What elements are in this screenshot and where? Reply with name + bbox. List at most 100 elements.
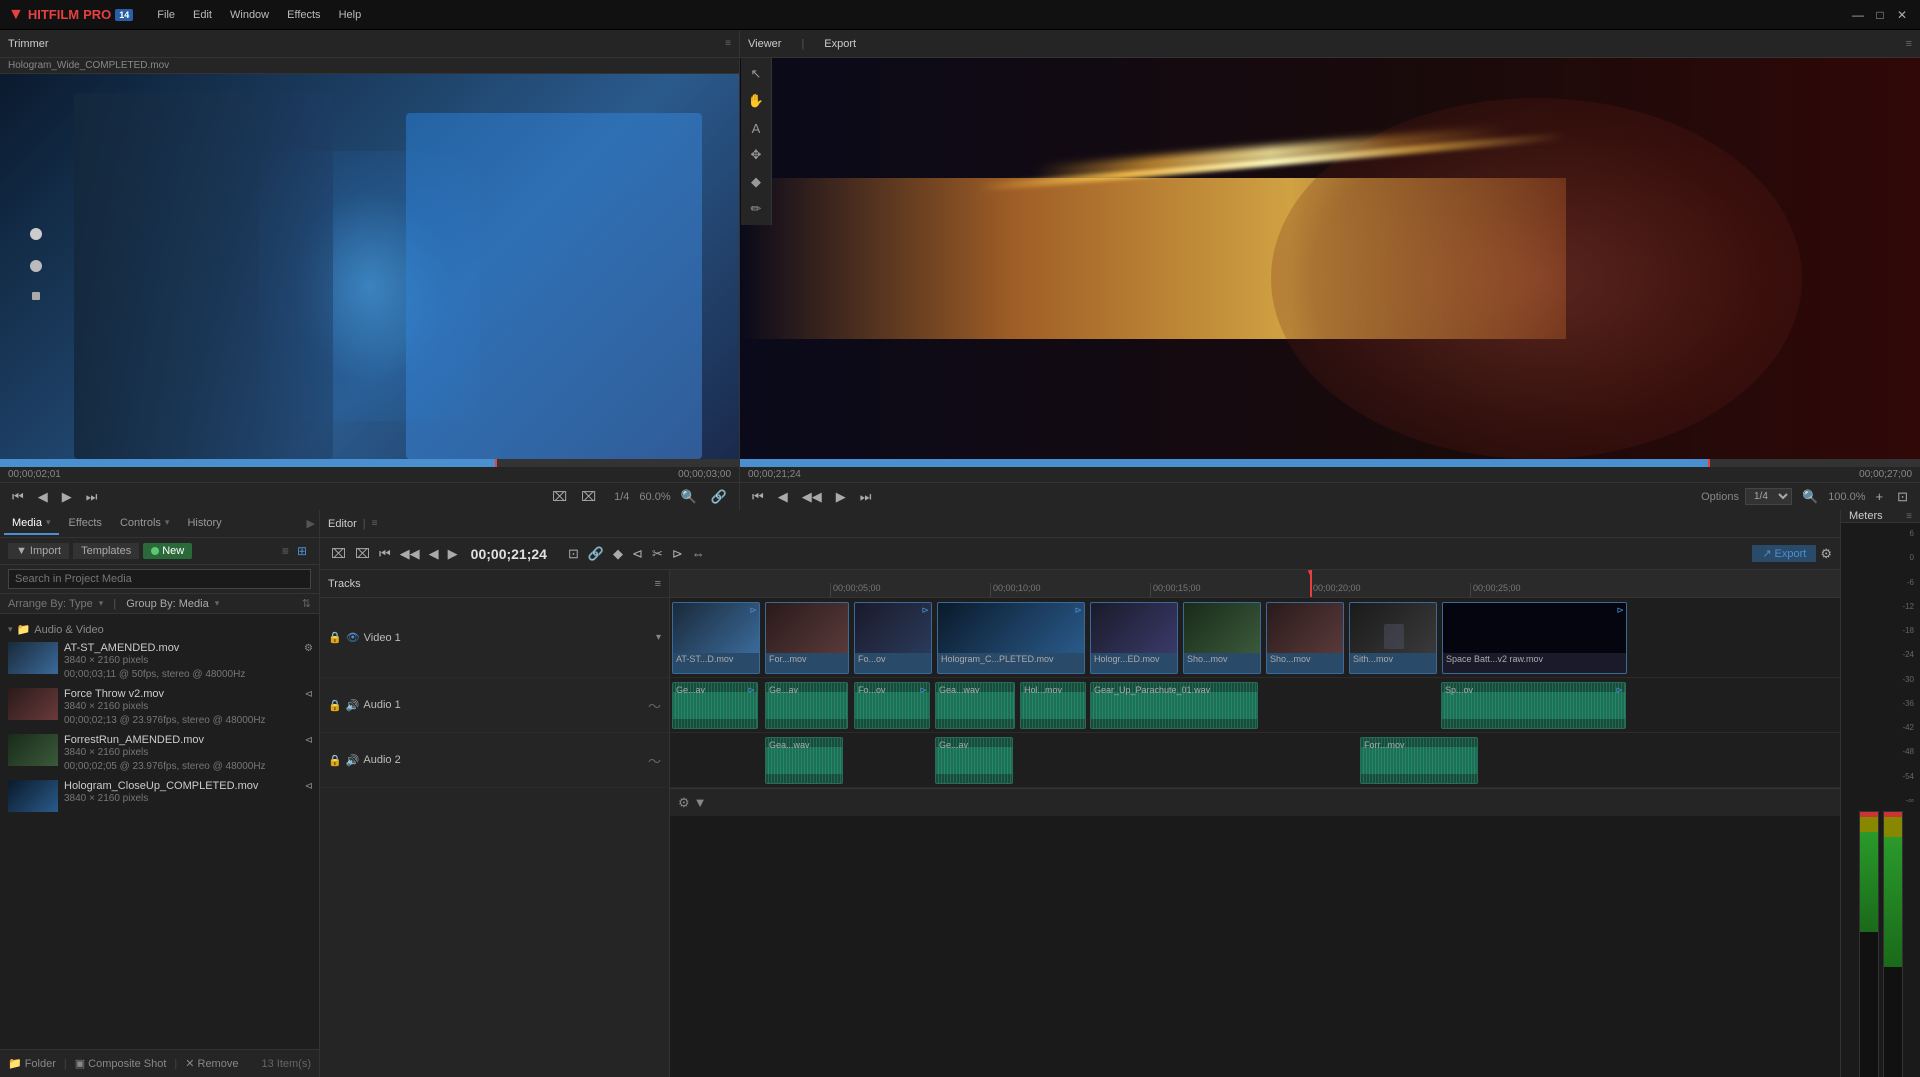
group-arrow[interactable]: ▾ [215,598,220,609]
tab-controls[interactable]: Controls ▾ [112,513,178,535]
trimmer-slider-3[interactable] [32,292,40,300]
menu-help[interactable]: Help [331,5,370,25]
audio-clip-2[interactable]: Fo...ov ⊳ [854,682,930,729]
track-add-icon[interactable]: ⚙ [678,795,690,811]
audio2-clip-2[interactable]: Forr...mov [1360,737,1478,784]
tab-media-arrow[interactable]: ▾ [46,517,51,528]
trimmer-skip-start[interactable]: ⏮ [8,487,28,507]
tl-in-point[interactable]: ⌧ [328,545,349,563]
arrange-sort-icon[interactable]: ⇅ [302,597,311,610]
menu-file[interactable]: File [149,5,183,25]
list-item[interactable]: ForrestRun_AMENDED.mov 3840 × 2160 pixel… [0,731,319,777]
audio-clip-1[interactable]: Ge...av [765,682,848,729]
audio2-clip-1[interactable]: Ge...av [935,737,1013,784]
tool-select[interactable]: ↖ [744,62,768,86]
export-button[interactable]: ↗ Export [1752,545,1816,562]
media-options-icon-0[interactable]: ⚙ [304,643,313,654]
import-button[interactable]: ▼ Import [8,543,69,559]
audio2-mute-icon[interactable]: 🔊 [346,754,360,767]
list-item[interactable]: AT-ST_AMENDED.mov 3840 × 2160 pixels 00;… [0,639,319,685]
tool-hand[interactable]: ✋ [744,89,768,113]
audio2-curve-icon[interactable]: 〜 [648,751,661,770]
audio-clip-0[interactable]: Ge...av ⊳ [672,682,758,729]
audio1-mute-icon[interactable]: 🔊 [346,699,360,712]
close-button[interactable]: ✕ [1892,5,1912,25]
composite-shot-button[interactable]: ▣ Composite Shot [75,1057,167,1070]
media-options-icon-1[interactable]: ⊲ [305,689,313,700]
tracks-settings-icon[interactable]: ≡ [655,578,661,590]
trimmer-timeline[interactable] [0,459,739,467]
viewer-skip-start[interactable]: ⏮ [748,487,768,507]
meters-menu-icon[interactable]: ≡ [1906,511,1912,522]
video-clip-2[interactable]: Fo...ov ⊳ [854,602,932,674]
audio2-lock-icon[interactable]: 🔒 [328,754,342,767]
tab-history[interactable]: History [179,513,229,535]
new-button[interactable]: New [143,543,192,559]
video-clip-7[interactable]: Sith...mov [1349,602,1437,674]
audio1-track-header[interactable]: 🔒 🔊 Audio 1 〜 [320,678,669,733]
tab-controls-arrow[interactable]: ▾ [165,517,170,528]
trimmer-slider-2[interactable] [30,260,42,272]
tl-add-marker[interactable]: ◆ [610,545,626,563]
arrange-arrow[interactable]: ▾ [99,598,104,609]
video-clip-1[interactable]: For...mov [765,602,849,674]
tl-settings-icon[interactable]: ⚙ [1820,546,1832,562]
video-track-header[interactable]: 🔒 👁 Video 1 ▾ [320,598,669,678]
track-collapse-icon[interactable]: ▾ [656,632,661,643]
audio-clip-4[interactable]: Hol...mov [1020,682,1086,729]
tool-pen[interactable]: ✏ [744,197,768,221]
viewer-zoom-down[interactable]: 🔍 [1798,487,1822,507]
tl-snap[interactable]: ⊡ [565,545,582,563]
trimmer-play-pause[interactable]: ▶ [58,487,76,507]
viewer-prev-frame[interactable]: ◀ [774,487,792,507]
templates-button[interactable]: Templates [73,543,139,559]
audio2-track-header[interactable]: 🔒 🔊 Audio 2 〜 [320,733,669,788]
folder-button[interactable]: 📁 Folder [8,1057,56,1070]
trimmer-menu-icon[interactable]: ≡ [725,38,731,49]
tl-prev-frame[interactable]: ◀◀ [397,545,423,563]
viewer-options[interactable]: Options [1701,491,1739,503]
media-section-header[interactable]: ▾ 📁 Audio & Video [0,620,319,639]
tool-transform[interactable]: ✥ [744,143,768,167]
video-clip-8[interactable]: Space Batt...v2 raw.mov ⊳ [1442,602,1627,674]
tab-effects[interactable]: Effects [61,513,110,535]
tl-out-point[interactable]: ⌧ [352,545,373,563]
tool-text[interactable]: A [744,116,768,140]
tl-skip-start[interactable]: ⏮ [376,545,394,563]
left-panel-expand[interactable]: ▶ [307,517,315,530]
video-clip-6[interactable]: Sho...mov [1266,602,1344,674]
remove-button[interactable]: ✕ Remove [185,1057,238,1070]
trimmer-link-icon[interactable]: 🔗 [707,487,731,507]
tl-razor[interactable]: ✂ [649,545,666,563]
minimize-button[interactable]: — [1848,5,1868,25]
trimmer-prev-frame[interactable]: ◀ [34,487,52,507]
timeline-content[interactable]: 00;00;05;00 00;00;10;00 00;00;15;00 00;0… [670,570,1840,1077]
tab-media[interactable]: Media ▾ [4,513,59,535]
tl-link[interactable]: 🔗 [585,545,607,563]
search-input[interactable] [8,569,311,589]
menu-effects[interactable]: Effects [279,5,328,25]
tl-ripple[interactable]: ⊲ [629,545,646,563]
editor-menu-icon[interactable]: ≡ [372,518,378,529]
audio-clip-5[interactable]: Gear_Up_Parachute_01.wav [1090,682,1258,729]
media-options-icon-3[interactable]: ⊲ [305,781,313,792]
track-lock-icon[interactable]: 🔒 [328,631,342,644]
audio2-clip-0[interactable]: Gea...wav [765,737,843,784]
audio1-lock-icon[interactable]: 🔒 [328,699,342,712]
media-options-icon-2[interactable]: ⊲ [305,735,313,746]
trimmer-zoom-icon[interactable]: 🔍 [677,487,701,507]
menu-window[interactable]: Window [222,5,277,25]
tl-slide[interactable]: ⇔ [689,545,708,562]
audio1-curve-icon[interactable]: 〜 [648,696,661,715]
tl-slip[interactable]: ⊳ [669,545,686,563]
trimmer-mark-in[interactable]: ⌧ [548,487,571,507]
video-clip-5[interactable]: Sho...mov [1183,602,1261,674]
viewer-menu-icon[interactable]: ≡ [1906,38,1912,50]
trimmer-stop[interactable]: ⏭ [82,487,102,507]
grid-view-btn[interactable]: ⊞ [293,542,311,560]
maximize-button[interactable]: □ [1870,5,1890,25]
list-item[interactable]: Force Throw v2.mov 3840 × 2160 pixels 00… [0,685,319,731]
viewer-safe-icon[interactable]: ⊡ [1893,487,1912,507]
viewer-zoom-up[interactable]: + [1872,487,1888,506]
video-clip-4[interactable]: Hologr...ED.mov [1090,602,1178,674]
